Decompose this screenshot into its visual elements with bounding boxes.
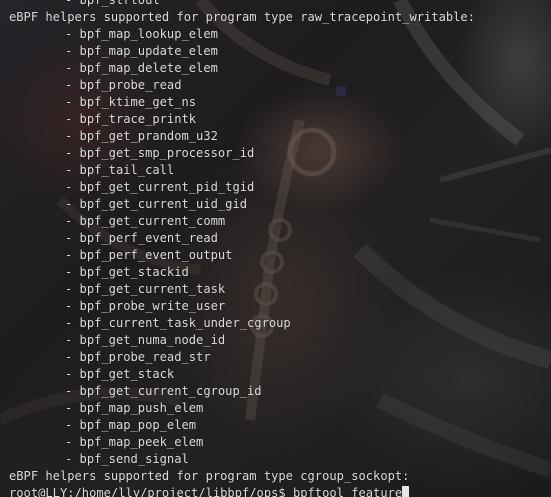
helper-item: - bpf_map_pop_elem bbox=[65, 418, 197, 432]
helper-item: - bpf_probe_read_str bbox=[65, 350, 211, 364]
helper-item: - bpf_perf_event_read bbox=[65, 231, 218, 245]
helper-item: - bpf_get_current_comm bbox=[65, 214, 226, 228]
helper-item: - bpf_probe_read bbox=[65, 78, 182, 92]
helper-item: - bpf_get_numa_node_id bbox=[65, 333, 226, 347]
prompt-text: root@LLY:/home/lly/project/libbpf/ops$ b… bbox=[9, 486, 403, 497]
helper-item: - bpf_get_stack bbox=[65, 367, 175, 381]
helper-item: - bpf_trace_printk bbox=[65, 112, 197, 126]
helper-item: - bpf_get_current_uid_gid bbox=[65, 197, 248, 211]
command-prompt[interactable]: root@LLY:/home/lly/project/libbpf/ops$ b… bbox=[9, 485, 549, 497]
helper-item: - bpf_map_lookup_elem bbox=[65, 27, 218, 41]
helper-item: - bpf_current_task_under_cgroup bbox=[65, 316, 291, 330]
helper-item: - bpf_perf_event_output bbox=[65, 248, 233, 262]
terminal-output: - bpf_strtoul eBPF helpers supported for… bbox=[9, 0, 549, 497]
helper-item: - bpf_get_current_cgroup_id bbox=[65, 384, 262, 398]
helper-item: - bpf_map_peek_elem bbox=[65, 435, 204, 449]
helper-item: - bpf_probe_write_user bbox=[65, 299, 226, 313]
helper-item: - bpf_ktime_get_ns bbox=[65, 95, 197, 109]
helper-item: - bpf_map_update_elem bbox=[65, 44, 218, 58]
helper-item: - bpf_get_stackid bbox=[65, 265, 189, 279]
output-line: - bpf_strtoul bbox=[65, 0, 160, 7]
text-cursor bbox=[402, 486, 410, 497]
helper-item: - bpf_send_signal bbox=[65, 452, 189, 466]
helper-item: - bpf_map_push_elem bbox=[65, 401, 204, 415]
terminal-window[interactable]: - bpf_strtoul eBPF helpers supported for… bbox=[0, 0, 551, 497]
helper-item: - bpf_tail_call bbox=[65, 163, 175, 177]
helper-item: - bpf_get_prandom_u32 bbox=[65, 129, 218, 143]
section-header: eBPF helpers supported for program type … bbox=[9, 10, 475, 24]
helper-item: - bpf_get_current_task bbox=[65, 282, 226, 296]
section-header: eBPF helpers supported for program type … bbox=[9, 469, 410, 483]
helper-item: - bpf_get_smp_processor_id bbox=[65, 146, 255, 160]
helper-item: - bpf_get_current_pid_tgid bbox=[65, 180, 255, 194]
helper-item: - bpf_map_delete_elem bbox=[65, 61, 218, 75]
